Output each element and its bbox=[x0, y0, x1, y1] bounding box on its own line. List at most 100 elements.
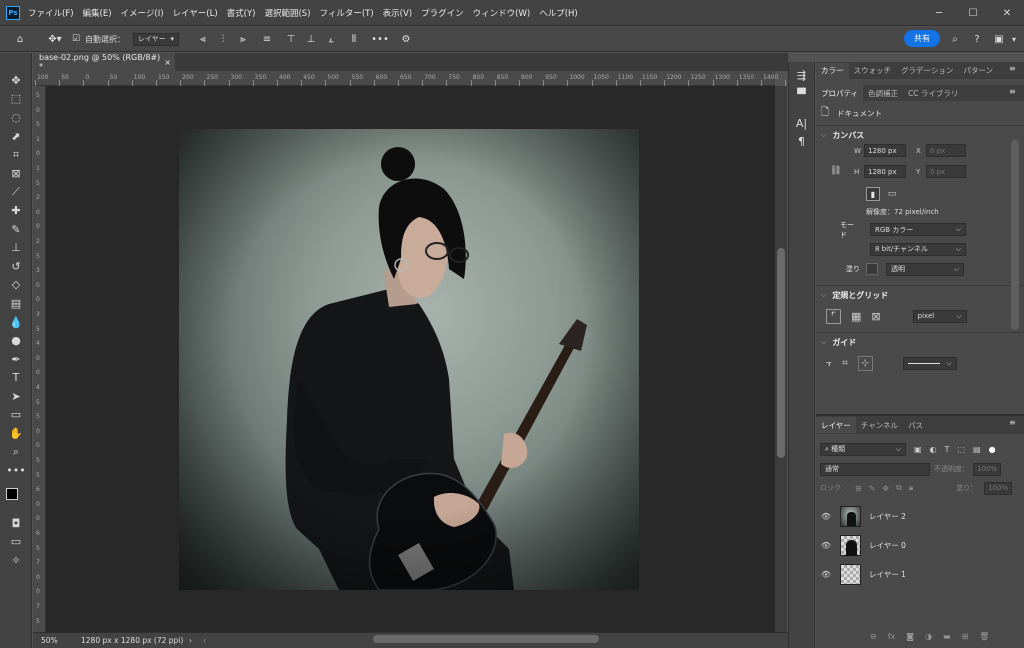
comments-icon[interactable]: ▀ bbox=[789, 88, 814, 101]
ruler-unit-select[interactable]: pixel ⌵ bbox=[912, 309, 967, 323]
mode-select[interactable]: RGB カラー ⌵ bbox=[870, 223, 966, 236]
menu-item[interactable]: ヘルプ(H) bbox=[539, 7, 578, 19]
menu-item[interactable]: イメージ(I) bbox=[121, 7, 164, 19]
gear-icon[interactable]: ⚙ bbox=[393, 27, 419, 52]
frame-tool-icon[interactable]: ⊠ bbox=[0, 164, 32, 183]
close-tab-icon[interactable]: × bbox=[164, 58, 171, 67]
maximize-icon[interactable]: ☐ bbox=[956, 0, 990, 26]
menu-item[interactable]: フィルター(T) bbox=[320, 7, 374, 19]
horizontal-ruler[interactable]: 100 50 0 50 100 150 200 250 300 350 400 450 500 550 60… bbox=[33, 71, 875, 86]
opacity-field[interactable]: 100% bbox=[973, 462, 1001, 476]
status-menu-chevron-icon[interactable]: › bbox=[189, 636, 203, 645]
paragraph-icon[interactable]: ¶ bbox=[789, 135, 814, 148]
scroll-left-icon[interactable]: ‹ bbox=[203, 636, 209, 645]
color-panel-tab[interactable]: パターン bbox=[958, 63, 998, 79]
new-group-icon[interactable]: ▬ bbox=[943, 632, 951, 641]
crop-tool-icon[interactable]: ⌗ bbox=[0, 145, 32, 164]
close-icon[interactable]: ✕ bbox=[990, 0, 1024, 26]
link-icon[interactable]: ⛓ bbox=[830, 166, 841, 176]
properties-panel-tab[interactable]: CC ライブラリ bbox=[903, 85, 963, 101]
delete-layer-icon[interactable]: 🗑︎ bbox=[979, 632, 989, 641]
layer-filter-select[interactable]: ⌕ 種類 ⌵ bbox=[820, 442, 906, 456]
menu-item[interactable]: ファイル(F) bbox=[28, 7, 74, 19]
filter-pixel-icon[interactable]: ▣ bbox=[914, 445, 922, 454]
blur-tool-icon[interactable]: 💧 bbox=[0, 313, 32, 332]
filter-shape-icon[interactable]: ⬚ bbox=[957, 445, 965, 454]
type-tool-icon[interactable]: T bbox=[0, 369, 32, 388]
filter-adjustment-icon[interactable]: ◐ bbox=[930, 445, 937, 454]
portrait-orientation-icon[interactable]: ▮ bbox=[866, 187, 880, 201]
generative-fill-icon[interactable]: ✧ bbox=[0, 551, 32, 570]
layer-row[interactable]: 👁︎ レイヤー 0 bbox=[816, 531, 1012, 560]
help-icon[interactable]: ? bbox=[968, 27, 986, 52]
align-right-icon[interactable]: ⫸ bbox=[233, 27, 253, 52]
guides-from-shape-icon[interactable]: ⊹ bbox=[857, 355, 873, 371]
properties-menu-icon[interactable]: ≡ bbox=[1009, 87, 1016, 96]
share-button[interactable]: 共有 bbox=[904, 30, 940, 47]
pixel-grid-icon[interactable]: ⊠ bbox=[871, 310, 880, 323]
fill-select[interactable]: 透明 ⌵ bbox=[886, 262, 964, 276]
layers-panel-tab[interactable]: レイヤー bbox=[816, 417, 856, 433]
search-icon[interactable]: ⌕ bbox=[946, 27, 964, 52]
fill-swatch[interactable] bbox=[866, 263, 878, 275]
filter-smart-object-icon[interactable]: ▤ bbox=[973, 445, 981, 454]
adjustment-layer-icon[interactable]: ◑ bbox=[925, 632, 932, 641]
menu-item[interactable]: 表示(V) bbox=[383, 7, 412, 19]
hand-tool-icon[interactable]: ✋ bbox=[0, 424, 32, 443]
edit-toolbar-icon[interactable]: ••• bbox=[0, 461, 32, 480]
healing-brush-tool-icon[interactable]: ✚ bbox=[0, 201, 32, 220]
move-tool-icon[interactable]: ✥▾ bbox=[40, 27, 70, 52]
properties-scrollbar-thumb[interactable] bbox=[1011, 140, 1019, 330]
show-grid-icon[interactable]: ▦ bbox=[851, 310, 861, 323]
height-field[interactable]: 1280 px bbox=[864, 165, 906, 178]
guide-style-select[interactable]: ⌵ bbox=[902, 356, 957, 370]
lock-all-icon[interactable]: 🔒︎ bbox=[909, 483, 913, 493]
rulers-grid-section-header[interactable]: ⌵ 定規とグリッド bbox=[816, 286, 1024, 304]
menu-item[interactable]: 選択範囲(S) bbox=[264, 7, 310, 19]
color-panel-tab[interactable]: スウォッチ bbox=[849, 63, 897, 79]
blend-mode-select[interactable]: 通常 bbox=[820, 462, 930, 476]
guide-layout-icon[interactable]: ⫟ bbox=[826, 358, 832, 369]
color-swatches[interactable] bbox=[0, 480, 31, 514]
gradient-tool-icon[interactable]: ▤ bbox=[0, 294, 32, 313]
menu-item[interactable]: レイヤー(L) bbox=[173, 7, 218, 19]
eyedropper-tool-icon[interactable]: ⟋ bbox=[0, 183, 32, 202]
path-select-tool-icon[interactable]: ➤ bbox=[0, 387, 32, 406]
y-field[interactable]: 0 px bbox=[926, 165, 966, 178]
canvas-section-header[interactable]: ⌵ カンバス bbox=[816, 126, 1024, 144]
more-options-icon[interactable]: ••• bbox=[367, 27, 393, 52]
layers-menu-icon[interactable]: ≡ bbox=[1009, 418, 1016, 427]
new-layer-icon[interactable]: ⊞ bbox=[962, 632, 969, 641]
screen-mode-icon[interactable]: ▭ bbox=[0, 533, 32, 552]
layer-style-icon[interactable]: fx bbox=[888, 632, 896, 641]
eraser-tool-icon[interactable]: ◇ bbox=[0, 276, 32, 295]
layers-panel-tab[interactable]: チャンネル bbox=[856, 417, 903, 433]
object-select-tool-icon[interactable]: ⬈ bbox=[0, 127, 32, 146]
width-field[interactable]: 1280 px bbox=[864, 144, 906, 157]
color-panel-tab[interactable]: グラデーション bbox=[896, 63, 958, 79]
menu-item[interactable]: ウィンドウ(W) bbox=[473, 7, 531, 19]
add-mask-icon[interactable]: ◙ bbox=[906, 632, 914, 641]
layers-panel-tab[interactable]: パス bbox=[903, 417, 928, 433]
layer-row[interactable]: 👁︎ レイヤー 1 bbox=[816, 560, 1012, 589]
x-field[interactable]: 0 px bbox=[926, 144, 966, 157]
new-guide-icon[interactable]: ⌗ bbox=[842, 358, 848, 369]
workspace-icon[interactable]: ▣ bbox=[990, 27, 1008, 52]
visibility-eye-icon[interactable]: 👁︎ bbox=[816, 512, 836, 521]
zoom-level[interactable]: 50% bbox=[41, 636, 81, 645]
color-panel-tab[interactable]: カラー bbox=[816, 62, 849, 79]
history-icon[interactable]: ⇶ bbox=[789, 69, 814, 82]
guides-section-header[interactable]: ⌵ ガイド bbox=[816, 333, 1024, 351]
menu-item[interactable]: 書式(Y) bbox=[227, 7, 256, 19]
distribute-v-icon[interactable]: ⦀ bbox=[341, 27, 367, 52]
show-rulers-icon[interactable]: ⌜ bbox=[826, 308, 841, 324]
visibility-eye-icon[interactable]: 👁︎ bbox=[816, 541, 836, 550]
foreground-color-swatch[interactable] bbox=[6, 488, 18, 501]
landscape-orientation-icon[interactable]: ▭ bbox=[885, 187, 899, 201]
document-tab[interactable]: base-02.png @ 50% (RGB/8#) * × bbox=[33, 53, 175, 71]
properties-panel-tab[interactable]: 色調補正 bbox=[863, 85, 903, 101]
panel-menu-icon[interactable]: ≡ bbox=[1009, 64, 1016, 73]
align-bottom-icon[interactable]: ⫠ bbox=[321, 27, 341, 52]
menu-item[interactable]: 編集(E) bbox=[83, 7, 112, 19]
document-image[interactable] bbox=[179, 129, 639, 590]
